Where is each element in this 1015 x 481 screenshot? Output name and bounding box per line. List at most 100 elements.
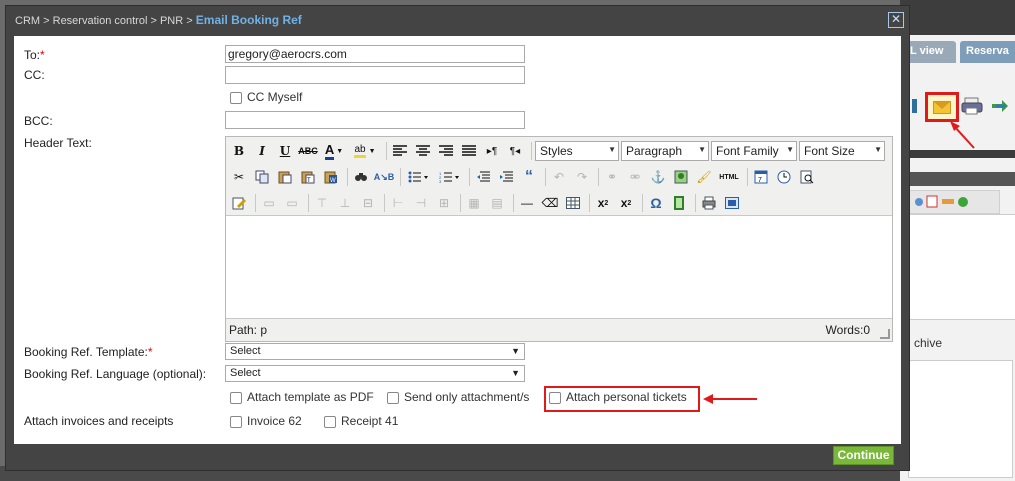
tab-reservation[interactable]: Reserva	[960, 41, 1015, 63]
delete-row-icon[interactable]: ⊟	[358, 193, 378, 213]
breadcrumb-pnr[interactable]: PNR	[160, 15, 183, 27]
media-icon[interactable]	[669, 193, 689, 213]
font-size-dropdown[interactable]: Font Size ▼	[799, 141, 885, 161]
remove-format-icon[interactable]: ⌫	[540, 193, 560, 213]
rtl-button[interactable]: ¶◂	[505, 141, 525, 161]
row-props-icon[interactable]: ▭	[259, 193, 279, 213]
attach-pdf-label: Attach template as PDF	[247, 390, 374, 404]
superscript-icon[interactable]: x2	[616, 193, 636, 213]
table-icon[interactable]	[563, 193, 583, 213]
pointer-arrow-icon	[950, 121, 975, 149]
align-left-button[interactable]	[390, 141, 410, 161]
toolbar-separator	[598, 168, 599, 186]
align-center-button[interactable]	[413, 141, 433, 161]
booking-template-label: Booking Ref. Template:*	[24, 345, 153, 359]
booking-language-select[interactable]: Select ▼	[225, 365, 525, 382]
cell-props-icon[interactable]: ▭	[282, 193, 302, 213]
image-icon[interactable]	[671, 167, 691, 187]
insert-col-before-icon[interactable]: ⊢	[388, 193, 408, 213]
background-section-header	[900, 172, 1015, 186]
strikethrough-button[interactable]: ABC	[298, 141, 318, 161]
editor-resize-handle[interactable]	[880, 329, 890, 339]
indent-icon[interactable]	[496, 167, 516, 187]
cc-label: CC:	[24, 68, 45, 82]
invoice-option[interactable]: Invoice 62	[230, 414, 302, 428]
breadcrumb-reservation-control[interactable]: Reservation control	[53, 15, 148, 27]
bold-button[interactable]: B	[229, 141, 249, 161]
cc-myself-checkbox[interactable]	[230, 91, 242, 104]
attach-personal-tickets-checkbox[interactable]	[549, 391, 561, 404]
copy-icon[interactable]	[252, 167, 272, 187]
split-cells-icon[interactable]: ▦	[464, 193, 484, 213]
underline-button[interactable]: U	[275, 141, 295, 161]
cc-myself-option[interactable]: CC Myself	[230, 90, 302, 104]
unlink-icon[interactable]: ⚮	[625, 167, 645, 187]
paste-icon[interactable]	[275, 167, 295, 187]
toolbar-separator	[400, 168, 401, 186]
horizontal-rule-icon[interactable]: —	[517, 193, 537, 213]
font-family-dropdown[interactable]: Font Family ▼	[711, 141, 797, 161]
close-icon[interactable]: ✕	[888, 12, 904, 28]
paste-text-icon[interactable]: T	[298, 167, 318, 187]
styles-dropdown[interactable]: Styles ▼	[535, 141, 619, 161]
special-char-icon[interactable]: Ω	[646, 193, 666, 213]
insert-time-icon[interactable]	[774, 167, 794, 187]
attach-pdf-checkbox[interactable]	[230, 391, 242, 404]
outdent-icon[interactable]	[473, 167, 493, 187]
insert-col-after-icon[interactable]: ⊣	[411, 193, 431, 213]
align-right-button[interactable]	[436, 141, 456, 161]
editor-content-area[interactable]	[226, 215, 892, 319]
html-source-icon[interactable]: HTML	[717, 167, 741, 187]
replace-icon[interactable]: A↘B	[374, 167, 395, 187]
edit-icon[interactable]	[229, 193, 249, 213]
attach-personal-tickets-option[interactable]: Attach personal tickets	[549, 390, 687, 404]
align-justify-button[interactable]	[459, 141, 479, 161]
svg-text:7: 7	[758, 177, 762, 184]
insert-date-icon[interactable]: 7	[751, 167, 771, 187]
link-icon[interactable]: ⚭	[602, 167, 622, 187]
tab-list-view[interactable]: L view	[904, 41, 956, 63]
insert-row-after-icon[interactable]: ⊥	[335, 193, 355, 213]
delete-col-icon[interactable]: ⊞	[434, 193, 454, 213]
bullet-list-icon[interactable]	[404, 167, 432, 187]
italic-button[interactable]: I	[252, 141, 272, 161]
to-field[interactable]: gregory@aerocrs.com	[225, 45, 525, 63]
breadcrumb-crm[interactable]: CRM	[15, 15, 40, 27]
print-icon[interactable]	[699, 193, 719, 213]
receipt-option[interactable]: Receipt 41	[324, 414, 398, 428]
background-divider	[900, 150, 1015, 158]
ltr-button[interactable]: ▸¶	[482, 141, 502, 161]
cleanup-icon[interactable]: 🖌	[694, 167, 714, 187]
booking-template-select[interactable]: Select ▼	[225, 343, 525, 360]
receipt-checkbox[interactable]	[324, 415, 336, 428]
cc-myself-label: CC Myself	[247, 90, 303, 104]
find-icon[interactable]	[351, 167, 371, 187]
refresh-icon[interactable]	[988, 96, 1010, 116]
subscript-icon[interactable]: x2	[593, 193, 613, 213]
cut-icon[interactable]: ✂	[229, 167, 249, 187]
editor-toolbar-row-2: ✂ T W A↘B 1 2 3 “ ↶ ↷ ⚭ ⚮ ⚓ 🖌 HTML 7	[229, 165, 820, 189]
paragraph-dropdown[interactable]: Paragraph ▼	[621, 141, 709, 161]
fullscreen-icon[interactable]	[722, 193, 742, 213]
paste-word-icon[interactable]: W	[321, 167, 341, 187]
anchor-icon[interactable]: ⚓	[648, 167, 668, 187]
redo-icon[interactable]: ↷	[572, 167, 592, 187]
highlight-color-button[interactable]: ab ▼	[350, 141, 380, 161]
text-color-button[interactable]: A ▼	[321, 141, 347, 161]
bcc-field[interactable]	[225, 111, 525, 129]
blockquote-icon[interactable]: “	[519, 167, 539, 187]
attach-pdf-option[interactable]: Attach template as PDF	[230, 390, 374, 404]
insert-row-before-icon[interactable]: ⊤	[312, 193, 332, 213]
send-only-attachments-label: Send only attachment/s	[404, 390, 530, 404]
preview-icon[interactable]	[797, 167, 817, 187]
send-only-attachments-option[interactable]: Send only attachment/s	[387, 390, 529, 404]
invoice-checkbox[interactable]	[230, 415, 242, 428]
continue-button[interactable]: Continue	[833, 446, 894, 465]
printer-icon[interactable]	[961, 96, 983, 116]
toolbar-separator	[747, 168, 748, 186]
numbered-list-icon[interactable]: 123	[435, 167, 463, 187]
undo-icon[interactable]: ↶	[549, 167, 569, 187]
send-only-attachments-checkbox[interactable]	[387, 391, 399, 404]
cc-field[interactable]	[225, 66, 525, 84]
merge-cells-icon[interactable]: ▤	[487, 193, 507, 213]
